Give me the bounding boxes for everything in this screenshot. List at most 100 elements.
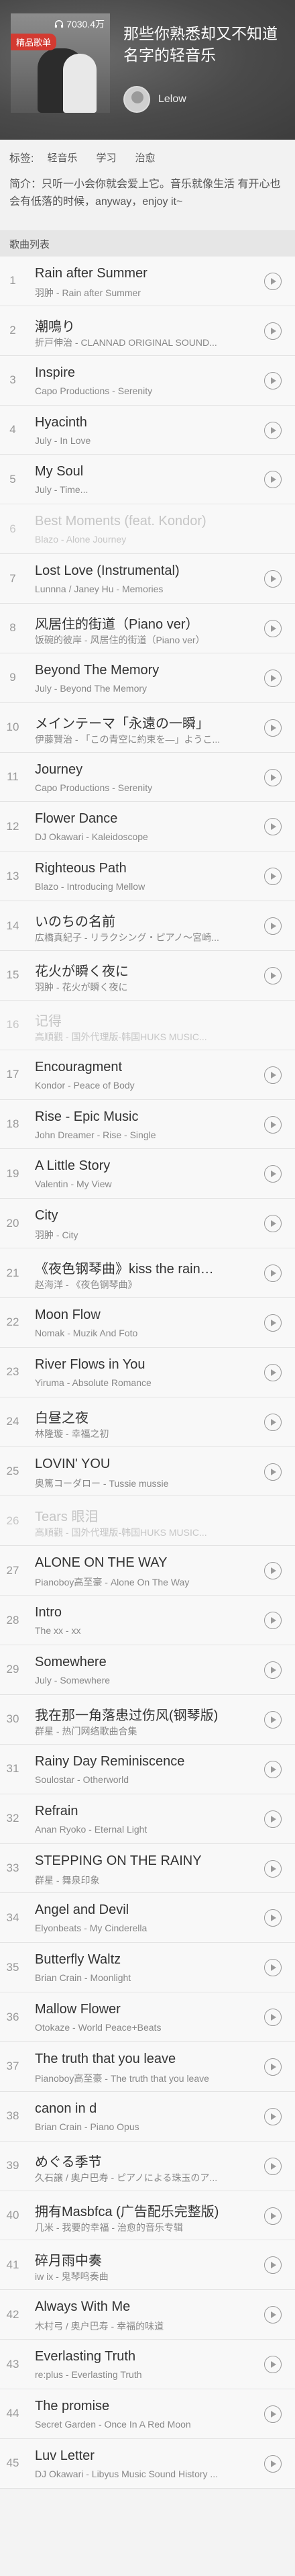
play-button[interactable] [264,818,282,836]
song-row[interactable]: 16 记得 高順觀 - 国外代理版-韩国HUKS MUSIC... [0,1000,295,1050]
play-button[interactable] [264,1463,282,1481]
avatar[interactable] [123,86,150,113]
song-title: ALONE ON THE WAY [35,1555,168,1571]
song-row[interactable]: 24 白昼之夜 林隆璇 - 幸福之初 [0,1397,295,1447]
song-row[interactable]: 43 Everlasting Truth re:plus - Everlasting… [0,2340,295,2389]
play-button[interactable] [264,1661,282,1680]
owner-name[interactable]: Lelow [158,93,186,105]
play-button[interactable] [264,719,282,737]
play-button[interactable] [264,1066,282,1084]
song-row[interactable]: 35 Butterfly Waltz Brian Crain - Moonlight [0,1943,295,1993]
tag-item[interactable]: 学习 [96,150,116,165]
play-button[interactable] [264,1710,282,1729]
song-row[interactable]: 26 Tears 眼泪 高順觀 - 国外代理版-韩国HUKS MUSIC... [0,1496,295,1547]
song-row[interactable]: 34 Angel and Devil Elyonbeats - My Cindere… [0,1893,295,1943]
song-row[interactable]: 36 Mallow Flower Otokaze - World Peace+Bea… [0,1992,295,2042]
playlist-cover[interactable]: 精品歌单 7030.4万 [11,13,110,113]
play-button[interactable] [264,1810,282,1828]
song-row[interactable]: 25 LOVIN' YOU 奥篤コーダロー - Tussie mussie [0,1446,295,1497]
song-row[interactable]: 41 碎月雨中奏 iw ix - 鬼琴鸣奏曲 [0,2240,295,2291]
song-row[interactable]: 5 My Soul July - Time... [0,455,295,505]
song-row[interactable]: 12 Flower Dance DJ Okawari - Kaleidoscope [0,802,295,852]
play-button[interactable] [264,2009,282,2027]
play-button[interactable] [264,1612,282,1630]
play-button[interactable] [264,273,282,290]
play-button[interactable] [264,620,282,638]
play-button[interactable] [264,322,282,340]
play-button[interactable] [264,371,282,389]
song-row[interactable]: 33 STEPPING ON THE RAINY 群星 - 舞泉印象 [0,1843,295,1894]
song-row[interactable]: 37 The truth that you leave Pianoboy高至豪 - … [0,2041,295,2092]
play-button[interactable] [264,917,282,935]
song-row[interactable]: 31 Rainy Day Reminiscence Soulostar - Othe… [0,1744,295,1794]
song-row[interactable]: 4 Hyacinth July - In Love [0,405,295,455]
play-button[interactable] [264,1959,282,1977]
song-row[interactable]: 44 The promise Secret Garden - Once In A R… [0,2389,295,2439]
song-row[interactable]: 40 拥有Masbfca (广告配乐完整版) 几米 - 我要的幸福 - 治愈的音乐专… [0,2191,295,2241]
song-row[interactable]: 11 Journey Capo Productions - Serenity [0,752,295,802]
song-row[interactable]: 9 Beyond The Memory July - Beyond The Memo… [0,653,295,703]
play-button[interactable] [264,2256,282,2274]
song-row[interactable]: 17 Encouragment Kondor - Peace of Body [0,1050,295,1100]
play-button[interactable] [264,1215,282,1233]
song-row[interactable]: 28 Intro The xx - xx [0,1596,295,1646]
song-row[interactable]: 39 めぐる季节 久石譲 / 奥户巴寿 - ピアノによる珠玉のア... [0,2141,295,2191]
play-button[interactable] [264,2058,282,2076]
song-row[interactable]: 23 River Flows in You Yiruma - Absolute Ro… [0,1347,295,1397]
song-row[interactable]: 18 Rise - Epic Music John Dreamer - Rise -… [0,1099,295,1150]
play-button[interactable] [264,2157,282,2175]
playlist-intro[interactable]: 简介：只听一小会你就会爱上它。音乐就像生活 有开心也会有低落的时候，anyway… [0,175,295,231]
tag-item[interactable]: 轻音乐 [47,150,77,165]
song-artist-album: DJ Okawari - Kaleidoscope [35,831,148,843]
song-row[interactable]: 13 Righteous Path Blazo - Introducing Mell… [0,852,295,902]
song-row[interactable]: 21 《夜色钢琴曲》kiss the rain… 赵海洋 - 《夜色钢琴曲》 [0,1248,295,1299]
song-row[interactable]: 42 Always With Me 木村弓 / 奥户巴寿 - 幸福的味道 [0,2290,295,2340]
playlist-owner[interactable]: Lelow [123,86,186,113]
play-button[interactable] [264,1562,282,1580]
play-button[interactable] [264,1760,282,1778]
play-button[interactable] [264,1363,282,1381]
song-row[interactable]: 6 Best Moments (feat. Kondor) Blazo - Alon… [0,504,295,555]
play-button[interactable] [264,1115,282,1134]
song-row[interactable]: 8 风居住的街道（Piano ver） 饭碗的彼岸 - 风居住的街道（Piano v… [0,604,295,653]
song-row[interactable]: 3 Inspire Capo Productions - Serenity [0,355,295,406]
song-row[interactable]: 27 ALONE ON THE WAY Pianoboy高至豪 - Alone On… [0,1546,295,1596]
play-button[interactable] [264,1859,282,1878]
song-row[interactable]: 10 メインテーマ「永遠の一瞬」 伊藤賢治 - 「この青空に約束を―」ようこ... [0,702,295,753]
play-button[interactable] [264,2207,282,2225]
song-row[interactable]: 2 潮鳴り 折戸伸治 - CLANNAD ORIGINAL SOUND... [0,306,295,356]
play-button[interactable] [264,1165,282,1183]
play-button[interactable] [264,471,282,489]
play-button[interactable] [264,2306,282,2324]
play-button[interactable] [264,1909,282,1927]
play-button[interactable] [264,967,282,985]
tag-item[interactable]: 治愈 [135,150,155,165]
play-button[interactable] [264,421,282,439]
song-row[interactable]: 1 Rain after Summer 羽肿 - Rain after Summer [0,257,295,306]
song-row[interactable]: 14 いのちの名前 広橋真紀子 - リラクシング・ピアノ〜宮崎... [0,901,295,952]
song-row[interactable]: 32 Refrain Anan Ryoko - Eternal Light [0,1794,295,1844]
play-button[interactable] [264,669,282,687]
play-button[interactable] [264,2454,282,2473]
play-button[interactable] [264,1264,282,1283]
song-index: 12 [6,819,19,833]
play-button[interactable] [264,570,282,588]
play-button[interactable] [264,868,282,886]
song-index: 42 [6,2307,19,2321]
song-row[interactable]: 15 花火が瞬く夜に 羽肿 - 花火が瞬く夜に [0,951,295,1001]
song-row[interactable]: 38 canon in d Brian Crain - Piano Opus [0,2091,295,2142]
song-row[interactable]: 7 Lost Love (Instrumental) Lunnna / Janey … [0,554,295,604]
song-row[interactable]: 29 Somewhere July - Somewhere [0,1645,295,1695]
play-button[interactable] [264,2356,282,2374]
play-button[interactable] [264,2107,282,2125]
play-button[interactable] [264,1314,282,1332]
song-row[interactable]: 22 Moon Flow Nomak - Muzik And Foto [0,1298,295,1348]
song-artist-album: 広橋真紀子 - リラクシング・ピアノ〜宮崎... [35,932,219,944]
play-button[interactable] [264,1413,282,1431]
song-row[interactable]: 20 City 羽肿 - City [0,1199,295,1249]
play-button[interactable] [264,2405,282,2423]
play-button[interactable] [264,768,282,786]
song-row[interactable]: 45 Luv Letter DJ Okawari - Libyus Music So… [0,2438,295,2489]
song-row[interactable]: 30 我在那一角落患过伤风(钢琴版) 群星 - 热门网络歌曲合集 [0,1694,295,1745]
song-row[interactable]: 19 A Little Story Valentin - My View [0,1149,295,1199]
